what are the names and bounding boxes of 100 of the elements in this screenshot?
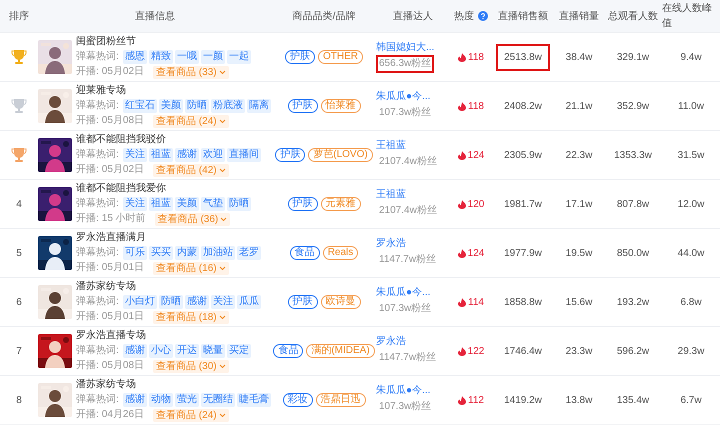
field-label: 弹幕热词: [76,344,119,356]
hot-word-tag: 感谢 [184,294,209,308]
hot-word-tag: 一哦 [174,50,199,64]
flame-icon [458,200,466,208]
viewer-count: 193.2w [616,296,650,310]
peak-online-count: 6.8w [680,296,702,310]
category-tag: 护肤 [288,99,318,113]
hot-word-tag: 感谢 [174,148,199,162]
live-title: 潘苏家纺专场 [76,378,137,390]
brand-tag: 欧诗曼 [320,295,360,309]
live-title: 谁都不能阻挡我驳价 [76,134,167,146]
field-label: 弹幕热词: [76,50,119,62]
heat-value: 124 [468,148,484,162]
column-header: 排序 [9,10,29,24]
hot-word-tag: 祖蓝 [148,196,173,210]
field-label: 开播: [76,409,99,421]
hot-word-tag: 开达 [174,344,199,358]
sales-amount: 1746.4w [503,344,543,358]
viewer-count: 807.8w [616,198,650,212]
peak-online-count: 9.4w [680,50,702,64]
hot-word-tag: 粉底液 [210,98,245,112]
chevron-down-icon [218,168,226,172]
chevron-down-icon [218,118,226,124]
hot-word-tag: 精致 [148,50,173,64]
view-goods-button[interactable]: 查看商品 (24) [153,408,229,422]
start-date: 04月26日 [102,409,144,421]
hot-word-tag: 关注 [210,294,235,308]
start-date: 05月01日 [102,262,144,274]
sales-amount: 1858.8w [503,296,543,310]
hot-word-tag: 感谢 [122,344,147,358]
column-header: 直播达人 [393,10,433,24]
hot-word-tag: 感谢 [122,392,147,406]
category-tag: 护肤 [275,148,306,162]
view-goods-button[interactable]: 查看商品 (33) [153,66,229,78]
view-goods-button[interactable]: 查看商品 (18) [153,310,229,324]
fans-count: 2107.4w粉丝 [378,154,438,169]
view-goods-button[interactable]: 查看商品 (24) [153,114,229,128]
sales-volume: 13.8w [566,394,592,408]
viewer-count: 1353.3w [614,148,652,162]
field-label: 开播: [76,360,99,372]
brand-tag: 浩鼎日迅 [316,393,366,407]
hot-word-tag: 隔离 [246,98,271,112]
hot-word-tag: 小心 [148,344,173,358]
sales-amount: 2513.8w [496,44,550,70]
anchor-link[interactable]: 王祖蓝 [376,188,406,202]
field-label: 弹幕热词: [76,148,119,160]
anchor-link[interactable]: 韩国媳妇大... [376,41,434,55]
view-goods-button[interactable]: 查看商品 (36) [154,212,230,226]
column-header: 直播信息 [135,10,175,24]
sales-volume: 17.1w [566,198,592,212]
anchor-link[interactable]: 王祖蓝 [376,139,406,153]
hot-word-tag: 瓜瓜 [236,294,261,308]
viewer-count: 135.4w [616,394,650,408]
fans-count: 1147.7w粉丝 [378,350,438,365]
column-header: 直播销量 [559,10,599,24]
flame-icon [458,346,466,356]
heat-value: 124 [468,246,484,260]
sales-amount: 2408.2w [503,100,543,114]
hot-word-tag: 睫毛膏 [236,392,271,406]
hot-word-tag: 直播间 [226,148,261,162]
hot-word-tag: 买定 [226,344,251,358]
hot-word-tag: 小白灯 [122,294,157,308]
hot-word-tag: 防晒 [184,98,209,112]
live-title: 迎莱雅专场 [76,84,127,96]
chevron-down-icon [220,216,228,222]
rank-number: 8 [16,394,22,408]
viewer-count: 596.2w [616,344,650,358]
field-label: 弹幕热词: [76,198,119,210]
rank-number: 5 [16,246,22,260]
hot-word-tag: 动物 [148,392,173,406]
category-tag: 彩妆 [282,393,312,407]
chevron-down-icon [218,412,226,418]
brand-tag: 怡莱雅 [320,99,360,113]
sales-amount: 1419.2w [503,394,543,408]
rank-number: 6 [16,296,22,310]
help-icon [478,11,488,21]
category-tag: 食品 [290,246,320,260]
hot-word-tag: 无圈结 [200,392,235,406]
view-goods-button[interactable]: 查看商品 (42) [153,164,229,176]
view-goods-button[interactable]: 查看商品 (30) [153,360,229,372]
anchor-link[interactable]: 罗永浩 [376,335,406,349]
start-date: 05月08日 [102,115,144,127]
anchor-link[interactable]: 朱瓜瓜●今... [376,286,430,300]
fans-count: 107.3w粉丝 [378,106,432,120]
anchor-link[interactable]: 朱瓜瓜●今... [376,90,430,104]
anchor-link[interactable]: 朱瓜瓜●今... [376,384,430,398]
view-goods-button[interactable]: 查看商品 (16) [153,262,229,274]
anchor-link[interactable]: 罗永浩 [376,237,406,251]
sales-amount: 2305.9w [503,148,543,162]
viewer-count: 329.1w [616,50,650,64]
hot-word-tag: 加油站 [200,246,235,260]
category-tag: 护肤 [288,295,318,309]
start-date: 05月08日 [102,360,144,372]
field-label: 开播: [76,262,99,274]
chevron-down-icon [218,266,226,270]
peak-online-count: 12.0w [678,198,704,212]
start-date: 15 小时前 [102,213,146,225]
category-tag: 护肤 [288,197,318,211]
peak-online-count: 6.7w [680,394,702,408]
brand-tag: OTHER [318,50,363,64]
